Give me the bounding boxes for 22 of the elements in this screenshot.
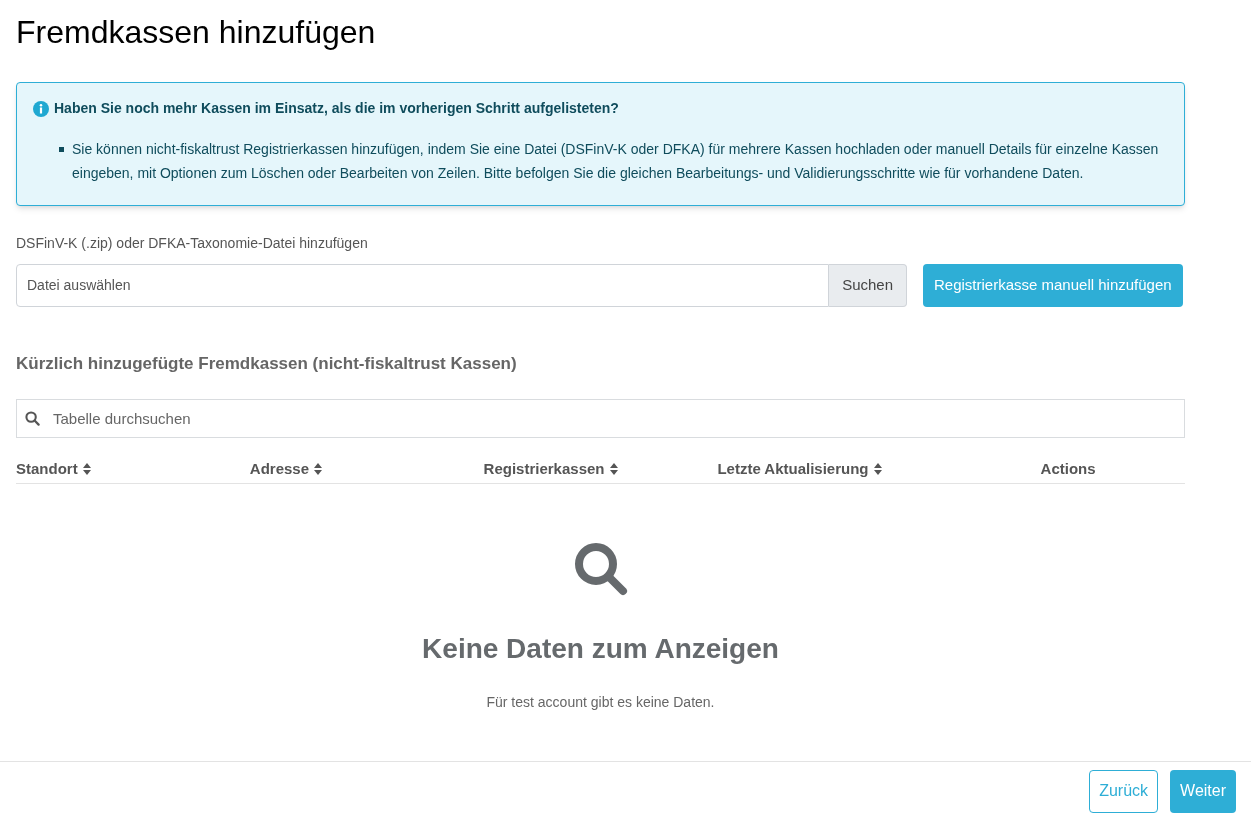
empty-state-message: Für test account gibt es keine Daten.	[486, 693, 715, 712]
empty-state-title: Keine Daten zum Anzeigen	[422, 632, 779, 666]
upload-label: DSFinV-K (.zip) oder DFKA-Taxonomie-Datei hinzufügen	[16, 234, 368, 253]
file-input[interactable]: Datei auswählen	[16, 264, 830, 307]
table-search-field[interactable]: Tabelle durchsuchen	[16, 398, 1185, 438]
page-title: Fremdkassen hinzufügen	[16, 13, 376, 52]
browse-button[interactable]: Suchen	[829, 264, 907, 307]
alert-heading: Haben Sie noch mehr Kassen im Einsatz, als die im vorherigen Schritt aufgelisteten?	[54, 99, 619, 118]
bullet-icon	[59, 147, 64, 152]
column-header[interactable]: Registrierkassen	[483, 457, 605, 480]
section-heading: Kürzlich hinzugefügte Fremdkassen (nicht-fiskaltrust Kassen)	[16, 353, 517, 375]
sort-icon[interactable]	[873, 462, 882, 475]
info-icon	[33, 100, 49, 117]
column-header[interactable]: Adresse	[249, 457, 309, 480]
sort-icon[interactable]	[82, 462, 91, 475]
sort-icon[interactable]	[314, 462, 322, 475]
search-icon	[25, 410, 40, 426]
alert-text: Sie können nicht-fiskaltrust Registrierkassen hinzufügen, indem Sie eine Datei (DSFinV-K oder DFKA) für mehrere Kassen hochladen oder manuell Details für einzelne Kassen eingeben, mit Optionen zum Löschen oder Bearbeiten von Zeilen. Bitte befolgen Sie die gleichen Bearbeitungs- und Validierungsschritte wie für vorhandene Daten.	[72, 140, 1160, 183]
column-header[interactable]: Letzte Aktualisierung	[717, 457, 869, 480]
column-header[interactable]: Standort	[16, 457, 78, 480]
sort-icon[interactable]	[609, 462, 618, 475]
column-header: Actions	[1040, 458, 1096, 479]
